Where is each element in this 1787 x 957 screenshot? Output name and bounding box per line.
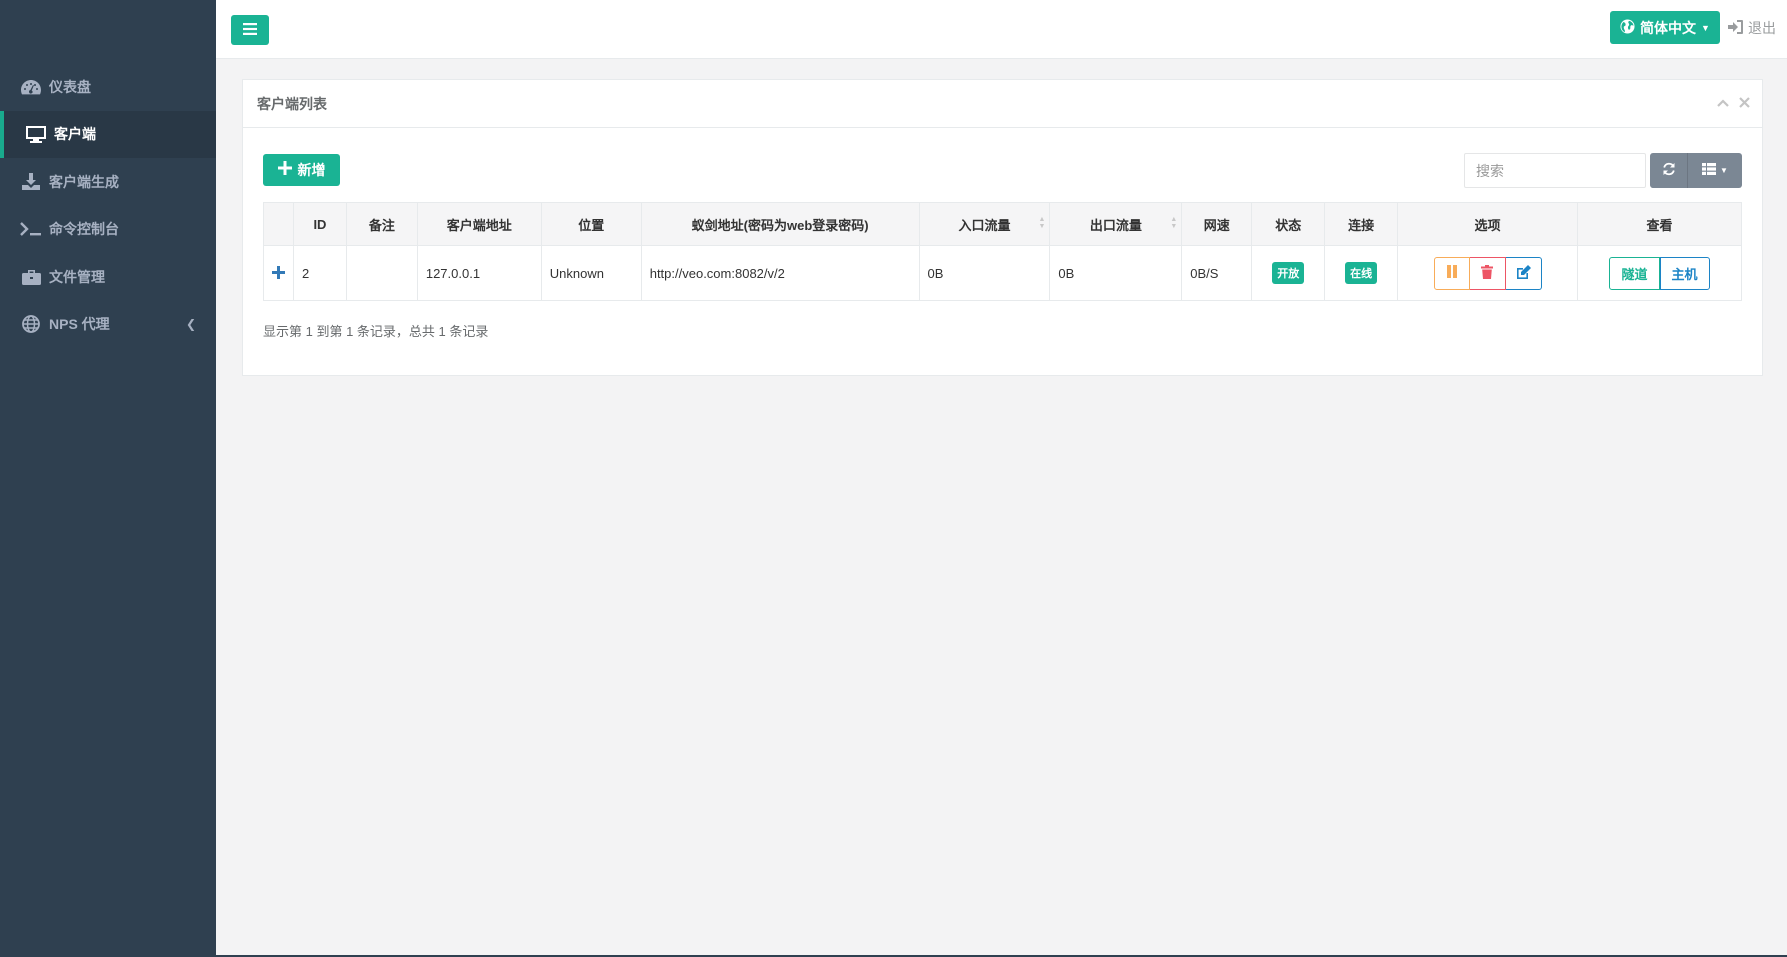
search-input[interactable] bbox=[1464, 153, 1646, 188]
client-list-panel: 客户端列表 新增 ▼ bbox=[242, 79, 1763, 376]
column-header-out-flow[interactable]: 出口流量 ▲ ▼ bbox=[1049, 202, 1183, 246]
columns-dropdown-button[interactable]: ▼ bbox=[1688, 153, 1742, 188]
delete-button[interactable] bbox=[1469, 256, 1506, 290]
edit-icon bbox=[1516, 264, 1531, 282]
status-badge: 开放 bbox=[1272, 262, 1305, 284]
cell-in-flow: 0B bbox=[918, 245, 1051, 301]
plus-icon bbox=[277, 159, 292, 179]
columns-icon bbox=[1702, 163, 1717, 178]
column-header-id[interactable]: ID bbox=[292, 202, 347, 246]
cell-status: 开放 bbox=[1251, 245, 1326, 301]
sidebar-nav: 仪表盘 客户端 客户端生成 命令控制台 文件管理 NPS 代理 ❮ bbox=[0, 63, 216, 348]
refresh-icon bbox=[1662, 162, 1676, 179]
sidebar-item-label: 命令控制台 bbox=[49, 221, 119, 238]
refresh-button[interactable] bbox=[1650, 153, 1688, 188]
client-table: ID 备注 客户端地址 位置 蚁剑地址(密码为web登录密码) 入口流量 ▲ ▼ … bbox=[263, 202, 1742, 301]
caret-down-icon: ▼ bbox=[1701, 22, 1710, 33]
terminal-icon bbox=[20, 220, 42, 238]
monitor-icon bbox=[25, 125, 47, 143]
options-button-group bbox=[1433, 256, 1542, 290]
column-header-remark[interactable]: 备注 bbox=[345, 202, 418, 246]
cell-out-flow: 0B bbox=[1049, 245, 1183, 301]
sidebar-item-file-manager[interactable]: 文件管理 bbox=[0, 253, 216, 301]
cell-id: 2 bbox=[292, 245, 347, 301]
pagination-summary: 显示第 1 到第 1 条记录，总共 1 条记录 bbox=[263, 324, 489, 339]
globe-icon bbox=[20, 315, 42, 334]
connection-badge: 在线 bbox=[1345, 262, 1378, 284]
cell-location: Unknown bbox=[540, 245, 642, 301]
column-header-in-flow[interactable]: 入口流量 ▲ ▼ bbox=[918, 202, 1051, 246]
chevron-left-icon: ❮ bbox=[185, 316, 196, 331]
top-navbar: 简体中文 ▼ 退出 bbox=[216, 0, 1787, 59]
logout-link[interactable]: 退出 bbox=[1728, 18, 1776, 38]
sidebar-item-client-generate[interactable]: 客户端生成 bbox=[0, 158, 216, 206]
column-header-label: 入口流量 bbox=[958, 217, 1011, 233]
cell-speed: 0B/S bbox=[1181, 245, 1253, 301]
globe-icon bbox=[1620, 18, 1635, 37]
cell-connection: 在线 bbox=[1324, 245, 1399, 301]
language-label: 简体中文 bbox=[1640, 19, 1697, 36]
logout-label: 退出 bbox=[1748, 20, 1776, 36]
sidebar-item-label: NPS 代理 bbox=[49, 316, 110, 333]
sign-in-icon bbox=[1728, 19, 1743, 37]
plus-icon bbox=[271, 262, 285, 284]
panel-header: 客户端列表 bbox=[243, 80, 1762, 128]
table-row: 2 127.0.0.1 Unknown http://veo.com:8082/… bbox=[263, 245, 1742, 301]
column-header-speed[interactable]: 网速 bbox=[1181, 202, 1253, 246]
download-icon bbox=[20, 173, 42, 191]
pause-button[interactable] bbox=[1433, 256, 1470, 290]
sidebar-item-label: 客户端 bbox=[54, 126, 96, 143]
add-label: 新增 bbox=[297, 162, 326, 178]
sidebar-item-command-console[interactable]: 命令控制台 bbox=[0, 206, 216, 254]
cell-antsword-url: http://veo.com:8082/v/2 bbox=[640, 245, 920, 301]
panel-title: 客户端列表 bbox=[257, 95, 327, 112]
briefcase-icon bbox=[20, 268, 42, 286]
column-header-status[interactable]: 状态 bbox=[1251, 202, 1326, 246]
column-header-connection[interactable]: 连接 bbox=[1324, 202, 1399, 246]
trash-icon bbox=[1481, 264, 1494, 282]
tunnel-button[interactable]: 隧道 bbox=[1609, 256, 1660, 290]
column-header-antsword-url[interactable]: 蚁剑地址(密码为web登录密码) bbox=[640, 202, 920, 246]
host-button[interactable]: 主机 bbox=[1659, 256, 1710, 290]
cell-view: 隧道 主机 bbox=[1577, 245, 1742, 301]
cell-remark bbox=[345, 245, 418, 301]
add-client-button[interactable]: 新增 bbox=[263, 154, 340, 186]
sidebar-item-label: 客户端生成 bbox=[49, 173, 119, 190]
cell-client-address: 127.0.0.1 bbox=[416, 245, 542, 301]
sidebar-item-clients[interactable]: 客户端 bbox=[0, 110, 216, 158]
column-header-options: 选项 bbox=[1397, 202, 1579, 246]
close-icon[interactable] bbox=[1739, 95, 1750, 111]
sidebar: 仪表盘 客户端 客户端生成 命令控制台 文件管理 NPS 代理 ❮ bbox=[0, 0, 216, 957]
table-header-row: ID 备注 客户端地址 位置 蚁剑地址(密码为web登录密码) 入口流量 ▲ ▼ … bbox=[263, 202, 1742, 246]
sort-icon: ▲ ▼ bbox=[1170, 216, 1178, 230]
sidebar-item-dashboard[interactable]: 仪表盘 bbox=[0, 63, 216, 111]
hamburger-icon bbox=[243, 22, 257, 38]
column-header-expand bbox=[263, 202, 294, 246]
column-header-client-address[interactable]: 客户端地址 bbox=[416, 202, 542, 246]
edit-button[interactable] bbox=[1505, 256, 1542, 290]
caret-down-icon: ▼ bbox=[1720, 166, 1728, 175]
language-dropdown-button[interactable]: 简体中文 ▼ bbox=[1610, 11, 1720, 44]
cell-options bbox=[1397, 245, 1579, 301]
pause-icon bbox=[1446, 265, 1458, 281]
collapse-icon[interactable] bbox=[1717, 95, 1729, 111]
sidebar-item-label: 文件管理 bbox=[49, 268, 105, 285]
dashboard-icon bbox=[20, 78, 42, 96]
sort-icon: ▲ ▼ bbox=[1038, 216, 1046, 230]
view-button-group: 隧道 主机 bbox=[1609, 256, 1710, 290]
menu-toggle-button[interactable] bbox=[231, 15, 269, 45]
sidebar-item-nps-proxy[interactable]: NPS 代理 ❮ bbox=[0, 301, 216, 349]
column-header-view: 查看 bbox=[1577, 202, 1742, 246]
table-toolbar: ▼ bbox=[1650, 153, 1742, 188]
column-header-label: 出口流量 bbox=[1089, 217, 1142, 233]
expand-row-button[interactable] bbox=[263, 245, 294, 301]
sidebar-item-label: 仪表盘 bbox=[49, 78, 91, 95]
panel-tools bbox=[1717, 95, 1750, 111]
column-header-location[interactable]: 位置 bbox=[540, 202, 642, 246]
